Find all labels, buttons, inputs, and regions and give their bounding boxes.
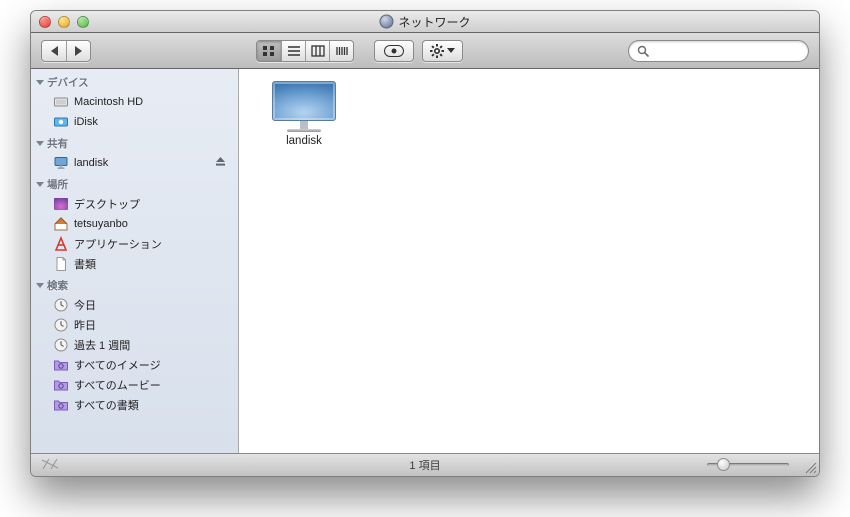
- clock-icon: [53, 317, 69, 333]
- window-title: ネットワーク: [379, 13, 470, 30]
- sidebar-group-search[interactable]: 検索: [31, 276, 238, 295]
- sidebar-item-label: 今日: [74, 297, 232, 313]
- sidebar-item-label: 昨日: [74, 317, 232, 333]
- window-title-text: ネットワーク: [398, 13, 470, 30]
- slider-knob[interactable]: [717, 458, 730, 471]
- computer-icon: [272, 81, 336, 131]
- sidebar-item-desktop[interactable]: デスクトップ: [31, 194, 238, 214]
- back-button[interactable]: [42, 41, 66, 61]
- nav-buttons: [41, 40, 91, 62]
- resize-handle[interactable]: [803, 460, 817, 474]
- smart-folder-icon: [53, 397, 69, 413]
- idisk-icon: [53, 114, 69, 130]
- item-landisk[interactable]: landisk: [264, 81, 344, 147]
- disclosure-triangle-icon: [36, 141, 44, 146]
- sidebar-item-label: すべてのイメージ: [74, 357, 232, 373]
- sidebar-item-label: landisk: [74, 157, 210, 169]
- sidebar-item-label: tetsuyanbo: [74, 218, 232, 230]
- disclosure-triangle-icon: [36, 182, 44, 187]
- titlebar[interactable]: ネットワーク: [31, 11, 819, 33]
- action-menu-button[interactable]: [422, 40, 463, 62]
- sidebar-item-applications[interactable]: アプリケーション: [31, 234, 238, 254]
- sidebar-item-label: iDisk: [74, 116, 232, 128]
- view-list-button[interactable]: [281, 41, 305, 61]
- content-area[interactable]: landisk: [239, 69, 819, 453]
- sidebar-item-past-week[interactable]: 過去 1 週間: [31, 335, 238, 355]
- minimize-button[interactable]: [58, 16, 70, 28]
- toolbar: [31, 33, 819, 69]
- sidebar-item-macintosh-hd[interactable]: Macintosh HD: [31, 92, 238, 112]
- close-button[interactable]: [39, 16, 51, 28]
- finder-window: ネットワーク: [30, 10, 820, 477]
- chevron-right-icon: [75, 46, 82, 56]
- disclosure-triangle-icon: [36, 283, 44, 288]
- documents-icon: [53, 256, 69, 272]
- view-mode-buttons: [256, 40, 354, 62]
- grid-icon: [262, 45, 276, 57]
- search-input[interactable]: [654, 44, 800, 58]
- view-columns-button[interactable]: [305, 41, 329, 61]
- gear-icon: [430, 44, 444, 58]
- disclosure-triangle-icon: [36, 80, 44, 85]
- sidebar-item-landisk[interactable]: landisk: [31, 153, 238, 173]
- home-icon: [53, 216, 69, 232]
- smart-folder-icon: [53, 357, 69, 373]
- clock-icon: [53, 297, 69, 313]
- shared-computer-icon: [53, 155, 69, 171]
- sidebar-item-all-documents[interactable]: すべての書類: [31, 395, 238, 415]
- view-icons-button[interactable]: [257, 41, 281, 61]
- columns-icon: [311, 45, 325, 57]
- desktop-icon: [53, 196, 69, 212]
- smart-folder-icon: [53, 377, 69, 393]
- icon-size-slider[interactable]: [707, 463, 789, 467]
- sidebar-group-shared[interactable]: 共有: [31, 134, 238, 153]
- sidebar-item-all-movies[interactable]: すべてのムービー: [31, 375, 238, 395]
- sidebar: デバイス Macintosh HD iDisk 共有 landisk: [31, 69, 239, 453]
- clock-icon: [53, 337, 69, 353]
- sidebar-item-label: アプリケーション: [74, 236, 232, 252]
- sidebar-item-today[interactable]: 今日: [31, 295, 238, 315]
- sidebar-item-documents[interactable]: 書類: [31, 254, 238, 274]
- item-label: landisk: [264, 135, 344, 147]
- sidebar-group-devices[interactable]: デバイス: [31, 73, 238, 92]
- quick-look-button[interactable]: [374, 40, 414, 62]
- eject-button[interactable]: [215, 156, 226, 170]
- edit-disabled-icon: [41, 457, 59, 474]
- sidebar-group-places[interactable]: 場所: [31, 175, 238, 194]
- view-coverflow-button[interactable]: [329, 41, 353, 61]
- chevron-down-icon: [447, 48, 455, 53]
- sidebar-item-label: デスクトップ: [74, 196, 232, 212]
- zoom-button[interactable]: [77, 16, 89, 28]
- sidebar-item-label: すべてのムービー: [74, 377, 232, 393]
- network-icon: [379, 15, 393, 29]
- applications-icon: [53, 236, 69, 252]
- list-icon: [287, 45, 301, 57]
- search-icon: [637, 45, 649, 57]
- sidebar-item-label: すべての書類: [74, 397, 232, 413]
- coverflow-icon: [335, 45, 349, 57]
- eject-icon: [215, 156, 226, 167]
- sidebar-item-label: Macintosh HD: [74, 96, 232, 108]
- sidebar-item-home[interactable]: tetsuyanbo: [31, 214, 238, 234]
- sidebar-item-label: 書類: [74, 256, 232, 272]
- search-field[interactable]: [628, 40, 809, 62]
- chevron-left-icon: [51, 46, 58, 56]
- eye-icon: [384, 45, 404, 57]
- internal-disk-icon: [53, 94, 69, 110]
- forward-button[interactable]: [66, 41, 90, 61]
- sidebar-item-all-images[interactable]: すべてのイメージ: [31, 355, 238, 375]
- sidebar-item-label: 過去 1 週間: [74, 337, 232, 353]
- sidebar-item-yesterday[interactable]: 昨日: [31, 315, 238, 335]
- item-count: 1 項目: [409, 457, 440, 473]
- sidebar-item-idisk[interactable]: iDisk: [31, 112, 238, 132]
- status-bar: 1 項目: [31, 453, 819, 476]
